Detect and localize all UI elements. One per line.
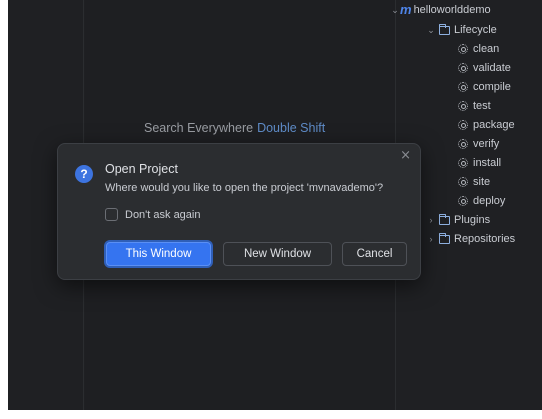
tree-item-label: verify (473, 138, 500, 150)
tree-item-goal[interactable]: clean (458, 40, 499, 58)
chevron-right-icon: › (429, 234, 433, 244)
chevron-down-icon: ⌄ (427, 25, 435, 35)
tree-item-label: test (473, 100, 491, 112)
tree-item-lifecycle[interactable]: ⌄ Lifecycle (426, 21, 497, 39)
gear-icon (458, 63, 468, 73)
tree-item-label: Repositories (454, 233, 516, 245)
tree-item-label: compile (473, 81, 511, 93)
folder-icon (439, 232, 450, 244)
gear-icon (458, 158, 468, 168)
cancel-button[interactable]: Cancel (342, 242, 407, 266)
tree-item-label: validate (473, 62, 511, 74)
search-hint-shortcut: Double Shift (257, 121, 326, 135)
tree-item-goal[interactable]: site (458, 173, 490, 191)
dialog-title: Open Project (105, 162, 178, 176)
tree-item-label: install (473, 157, 502, 169)
tree-item-plugins[interactable]: › Plugins (426, 211, 490, 229)
gear-icon (458, 82, 468, 92)
tree-item-goal[interactable]: compile (458, 78, 511, 96)
tree-item-label: helloworlddemo (413, 4, 491, 16)
tree-item-goal[interactable]: verify (458, 135, 499, 153)
open-project-dialog: × ? Open Project Where would you like to… (57, 143, 421, 280)
gear-icon (458, 196, 468, 206)
chevron-right-icon: › (429, 215, 433, 225)
close-icon[interactable]: × (400, 148, 411, 163)
tree-item-goal[interactable]: validate (458, 59, 511, 77)
tree-item-goal[interactable]: test (458, 97, 491, 115)
tree-item-repositories[interactable]: › Repositories (426, 230, 515, 248)
maven-icon: m (400, 2, 412, 17)
dialog-message: Where would you like to open the project… (105, 182, 384, 194)
tree-item-label: site (473, 176, 491, 188)
tree-item-goal[interactable]: install (458, 154, 501, 172)
gear-icon (458, 139, 468, 149)
tree-item-project[interactable]: ⌄ m helloworlddemo (390, 1, 491, 19)
tree-item-goal[interactable]: deploy (458, 192, 505, 210)
question-icon: ? (75, 165, 93, 183)
gear-icon (458, 101, 468, 111)
dont-ask-again-checkbox[interactable]: Don't ask again (105, 208, 200, 221)
tree-item-label: package (473, 119, 515, 131)
tree-item-label: clean (473, 43, 500, 55)
tree-item-label: Plugins (454, 214, 491, 226)
folder-icon (439, 213, 450, 225)
folder-icon (439, 23, 450, 35)
this-window-button[interactable]: This Window (106, 242, 211, 266)
checkbox-label: Don't ask again (125, 208, 201, 221)
tree-item-label: Lifecycle (454, 24, 497, 36)
gear-icon (458, 120, 468, 130)
gear-icon (458, 44, 468, 54)
tree-item-label: deploy (473, 195, 506, 207)
new-window-button[interactable]: New Window (223, 242, 332, 266)
chevron-down-icon: ⌄ (391, 5, 399, 15)
search-hint-label: Search Everywhere (144, 121, 254, 135)
search-everywhere-hint: Search Everywhere Double Shift (144, 121, 325, 135)
checkbox-box[interactable] (105, 208, 118, 221)
tree-item-goal[interactable]: package (458, 116, 515, 134)
gear-icon (458, 177, 468, 187)
